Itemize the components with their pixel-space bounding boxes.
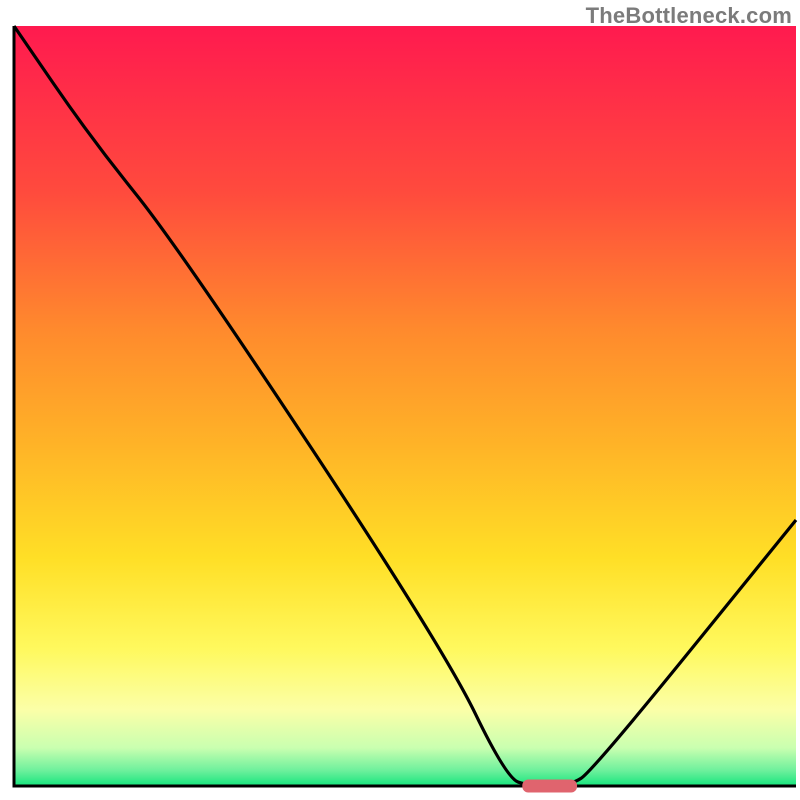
optimal-marker [522, 780, 577, 793]
plot-background [14, 26, 796, 786]
chart-container: TheBottleneck.com [0, 0, 800, 800]
bottleneck-chart [0, 0, 800, 800]
